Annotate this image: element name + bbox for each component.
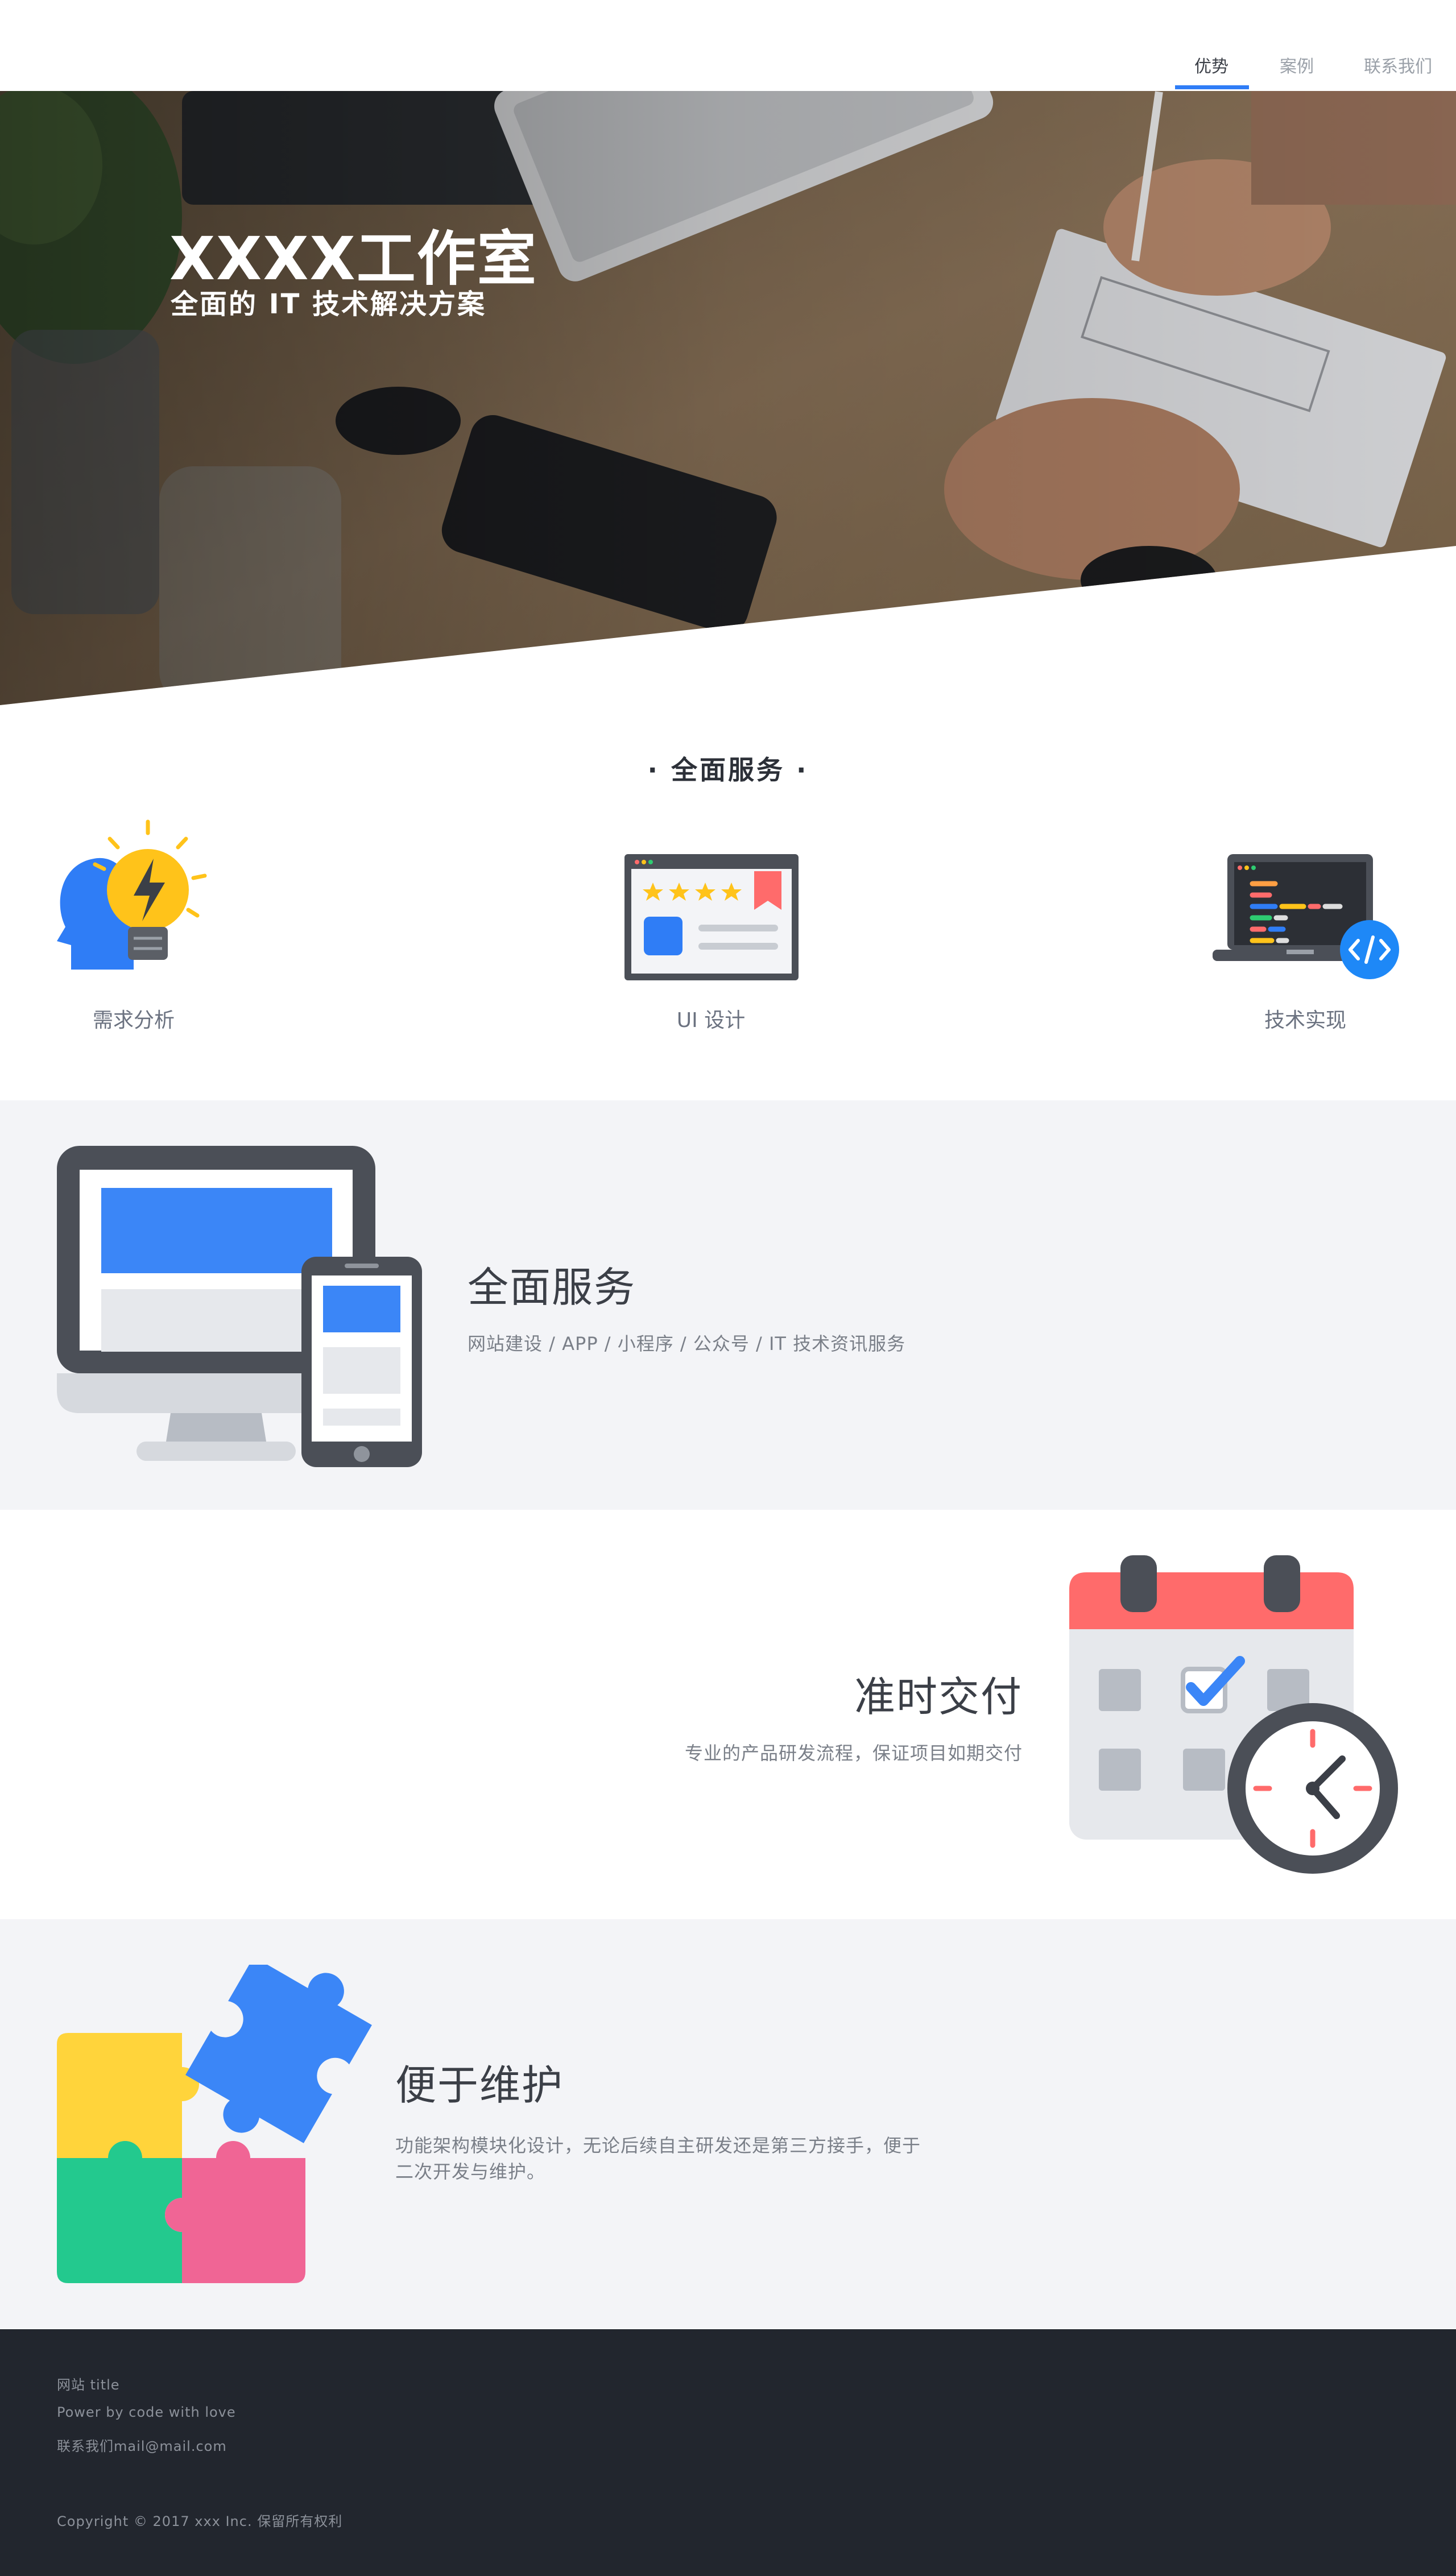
calendar-clock-icon [1069,1555,1398,1874]
band-maintenance-desc-line-1: 功能架构模块化设计，无论后续自主研发还是第三方接手，便于 [395,2135,921,2156]
nav-active-indicator [1175,85,1249,89]
band-on-time: 准时交付 专业的产品研发流程，保证项目如期交付 [0,1510,1456,1919]
hero-background-photo [0,91,1456,705]
nav-item-cases[interactable]: 案例 [1280,52,1314,77]
hero-subtitle: 全面的 IT 技术解决方案 [171,288,487,320]
band-maintenance: 便于维护 功能架构模块化设计，无论后续自主研发还是第三方接手，便于 二次开发与维… [0,1919,1456,2329]
top-nav: 优势 案例 联系我们 [0,0,1456,91]
nav-item-advantages[interactable]: 优势 [1194,52,1228,77]
footer-copyright: Copyright © 2017 xxx Inc. 保留所有权利 [57,2513,343,2529]
band-on-time-desc: 专业的产品研发流程，保证项目如期交付 [684,1742,1023,1764]
band-maintenance-desc-line-2: 二次开发与维护。 [395,2161,546,2182]
band-full-service-title: 全面服务 [468,1264,636,1311]
footer-contact[interactable]: 联系我们mail@mail.com [57,2435,227,2455]
feature-label-analysis: 需求分析 [92,1009,175,1032]
feature-label-tech: 技术实现 [1264,1009,1346,1032]
site-footer: 网站 title Power by code with love 联系我们mai… [0,2329,1456,2576]
services-section-title: · 全面服务 · [647,755,809,785]
footer-power-by: Power by code with love [57,2404,236,2420]
nav-item-contact[interactable]: 联系我们 [1364,52,1432,77]
band-full-service: 全面服务 网站建设 / APP / 小程序 / 公众号 / IT 技术资讯服务 [0,1100,1456,1510]
band-maintenance-title: 便于维护 [395,2061,564,2109]
band-on-time-title: 准时交付 [854,1673,1023,1721]
band-maintenance-desc: 功能架构模块化设计，无论后续自主研发还是第三方接手，便于 二次开发与维护。 [395,2132,921,2185]
puzzle-icon [57,1965,372,2283]
band-full-service-desc: 网站建设 / APP / 小程序 / 公众号 / IT 技术资讯服务 [468,1333,906,1355]
ui-design-window-icon [624,854,799,980]
feature-label-ui-design: UI 设计 [676,1009,746,1032]
hero-banner: XXXX工作室 全面的 IT 技术解决方案 [0,91,1456,705]
footer-site-title: 网站 title [57,2377,120,2393]
code-laptop-icon [1213,854,1399,979]
devices-icon [57,1146,422,1467]
lightbulb-head-icon [57,819,207,970]
